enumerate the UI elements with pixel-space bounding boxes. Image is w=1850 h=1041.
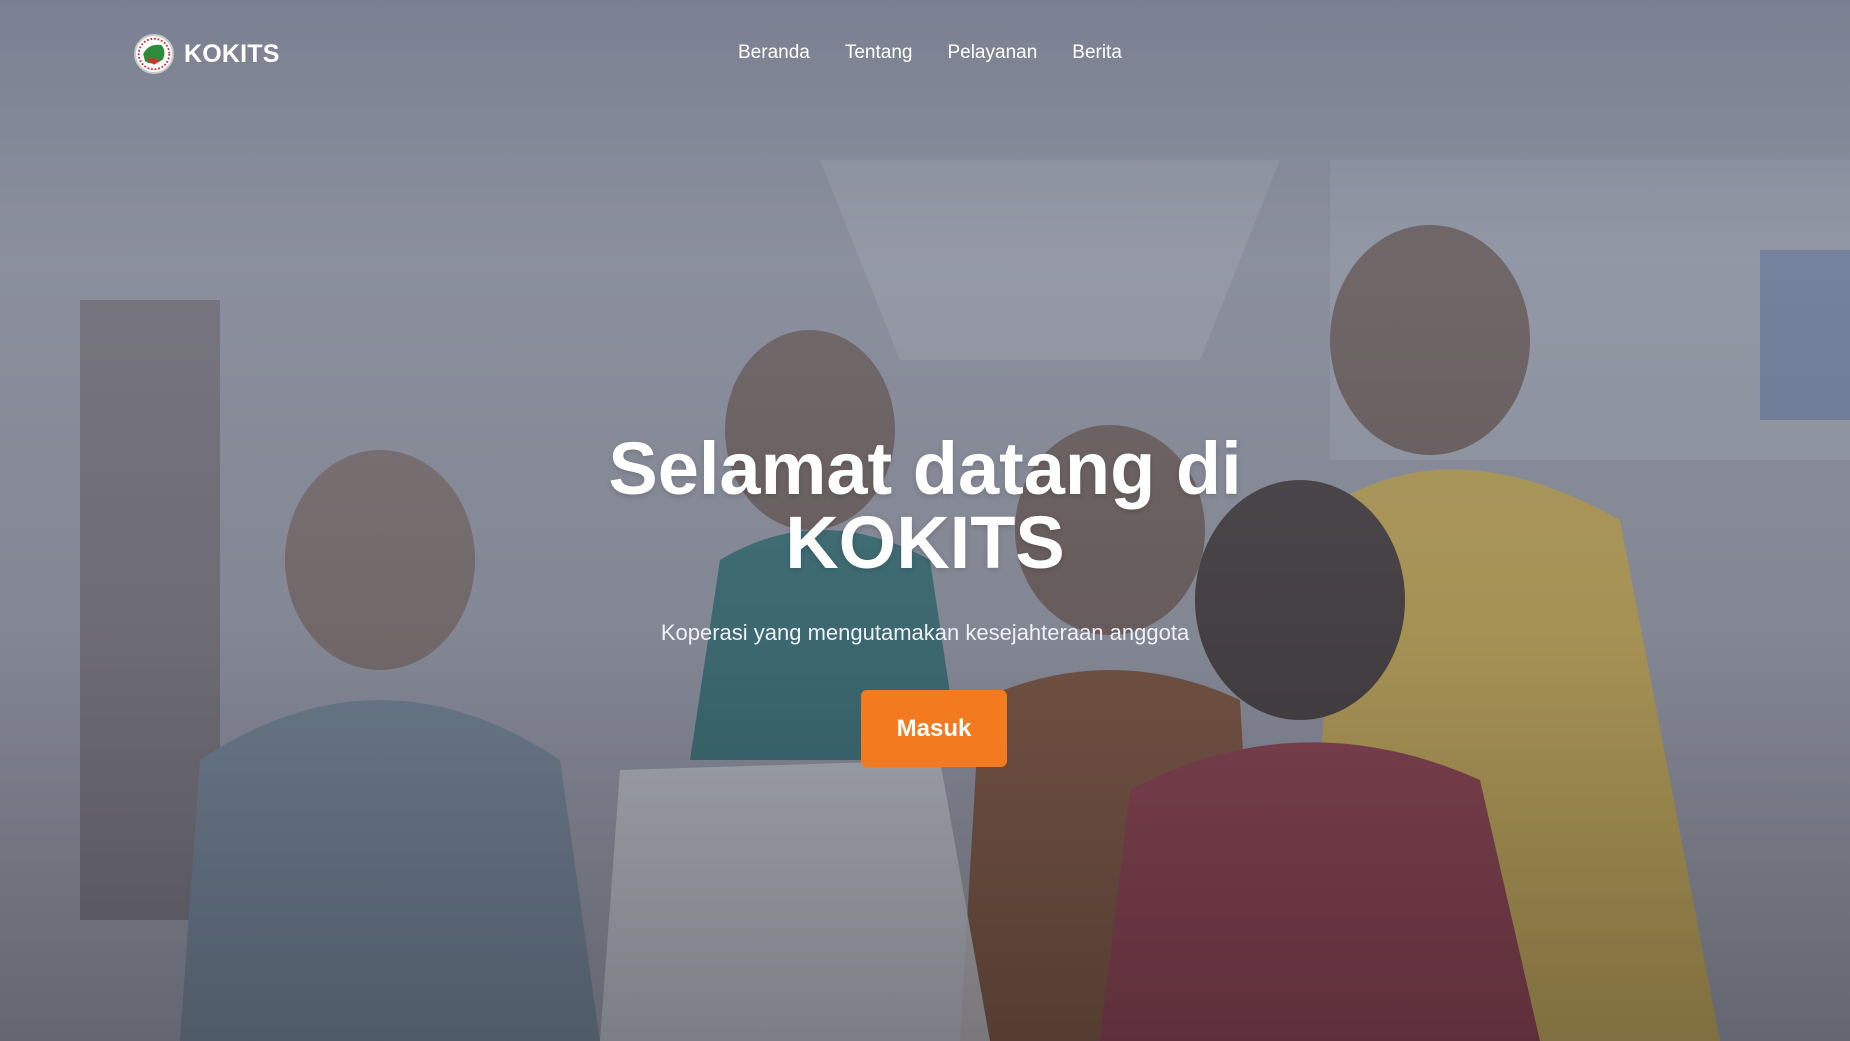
hero-subtitle: Koperasi yang mengutamakan kesejahteraan… xyxy=(660,620,1190,645)
hero-section: KOKITS Beranda Tentang Pelayanan Berita … xyxy=(0,0,1850,1041)
nav-links: Beranda Tentang Pelayanan Berita xyxy=(738,42,1157,64)
hero-title: Selamat datang di KOKITS xyxy=(0,432,1850,580)
hero-title-line2: KOKITS xyxy=(785,501,1065,584)
nav-item-tentang[interactable]: Tentang xyxy=(845,42,913,64)
brand-name: KOKITS xyxy=(184,39,280,68)
navbar: KOKITS Beranda Tentang Pelayanan Berita xyxy=(0,0,1850,110)
nav-item-beranda[interactable]: Beranda xyxy=(738,42,810,64)
hero-title-line1: Selamat datang di xyxy=(608,427,1242,510)
login-button[interactable]: Masuk xyxy=(861,690,1007,767)
kokits-logo-icon xyxy=(134,34,174,74)
brand[interactable]: KOKITS xyxy=(134,34,280,74)
nav-item-berita[interactable]: Berita xyxy=(1072,42,1122,64)
nav-item-pelayanan[interactable]: Pelayanan xyxy=(947,42,1037,64)
